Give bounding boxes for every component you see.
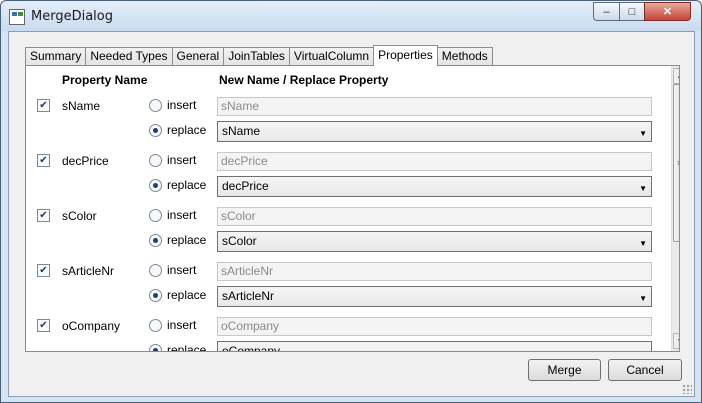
window-title: MergeDialog bbox=[31, 9, 113, 24]
tab-join-tables[interactable]: JoinTables bbox=[223, 47, 290, 66]
scroll-down-button[interactable]: ▼ bbox=[673, 333, 679, 349]
scrollbar-thumb[interactable]: ≡ bbox=[673, 84, 679, 242]
close-button[interactable]: ✕ bbox=[644, 2, 691, 21]
tab-methods[interactable]: Methods bbox=[436, 47, 493, 66]
property-row: ✔ sName insert sName replace sName ▼ bbox=[26, 92, 656, 144]
maximize-button[interactable]: □ bbox=[619, 2, 645, 21]
tab-properties[interactable]: Properties bbox=[373, 45, 438, 66]
insert-name-field[interactable]: sName bbox=[217, 97, 652, 116]
close-icon: ✕ bbox=[662, 6, 673, 18]
replace-radio[interactable] bbox=[149, 179, 162, 192]
grip-icon: ≡ bbox=[677, 158, 679, 168]
replace-property-value: sName bbox=[222, 124, 261, 138]
tab-strip: Summary Needed Types General JoinTables … bbox=[25, 45, 493, 66]
tab-general[interactable]: General bbox=[171, 47, 225, 66]
insert-radio-label: insert bbox=[167, 153, 197, 167]
replace-radio[interactable] bbox=[149, 289, 162, 302]
insert-name-field[interactable]: oCompany bbox=[217, 317, 652, 336]
chevron-up-icon: ▲ bbox=[677, 73, 679, 80]
property-checkbox[interactable]: ✔ bbox=[37, 319, 50, 332]
replace-radio-label: replace bbox=[167, 343, 207, 352]
insert-radio[interactable] bbox=[149, 99, 162, 112]
chevron-down-icon: ▼ bbox=[639, 129, 647, 138]
replace-property-select[interactable]: sColor ▼ bbox=[217, 231, 652, 252]
property-name-label: oCompany bbox=[62, 319, 121, 333]
property-checkbox[interactable]: ✔ bbox=[37, 154, 50, 167]
resize-grip-icon[interactable] bbox=[682, 384, 692, 394]
insert-name-field[interactable]: sColor bbox=[217, 207, 652, 226]
replace-radio[interactable] bbox=[149, 124, 162, 137]
tab-virtual-column[interactable]: VirtualColumn bbox=[288, 47, 375, 66]
chevron-down-icon: ▼ bbox=[639, 347, 647, 351]
property-name-label: sColor bbox=[62, 209, 97, 223]
property-checkbox[interactable]: ✔ bbox=[37, 99, 50, 112]
property-name-label: decPrice bbox=[62, 154, 109, 168]
property-row: ✔ decPrice insert decPrice replace decPr… bbox=[26, 147, 656, 199]
tab-needed-types[interactable]: Needed Types bbox=[85, 47, 173, 66]
minimize-button[interactable]: ‒ bbox=[593, 2, 620, 21]
insert-name-field[interactable]: decPrice bbox=[217, 152, 652, 171]
insert-radio[interactable] bbox=[149, 264, 162, 277]
property-name-label: sName bbox=[62, 99, 101, 113]
insert-radio-label: insert bbox=[167, 263, 197, 277]
insert-radio-label: insert bbox=[167, 208, 197, 222]
chevron-down-icon: ▼ bbox=[639, 184, 647, 193]
replace-property-value: decPrice bbox=[222, 179, 269, 193]
replace-radio[interactable] bbox=[149, 234, 162, 247]
replace-property-value: sArticleNr bbox=[222, 289, 275, 303]
insert-name-field[interactable]: sArticleNr bbox=[217, 262, 652, 281]
property-checkbox[interactable]: ✔ bbox=[37, 209, 50, 222]
insert-radio[interactable] bbox=[149, 209, 162, 222]
cancel-button[interactable]: Cancel bbox=[608, 359, 682, 381]
replace-property-select[interactable]: decPrice ▼ bbox=[217, 176, 652, 197]
replace-property-select[interactable]: oCompany ▼ bbox=[217, 341, 652, 352]
chevron-down-icon: ▼ bbox=[639, 294, 647, 303]
scroll-up-button[interactable]: ▲ bbox=[673, 68, 679, 84]
vertical-scrollbar[interactable]: ▲ ≡ ▼ bbox=[671, 66, 679, 351]
replace-radio-label: replace bbox=[167, 123, 207, 137]
tab-summary[interactable]: Summary bbox=[25, 47, 87, 66]
replace-property-select[interactable]: sArticleNr ▼ bbox=[217, 286, 652, 307]
merge-button[interactable]: Merge bbox=[528, 359, 601, 381]
replace-radio-label: replace bbox=[167, 178, 207, 192]
property-name-header: Property Name bbox=[62, 73, 148, 87]
property-row: ✔ sArticleNr insert sArticleNr replace s… bbox=[26, 257, 656, 309]
property-row: ✔ oCompany insert oCompany replace oComp… bbox=[26, 312, 656, 352]
properties-panel: Property Name New Name / Replace Propert… bbox=[25, 65, 680, 352]
replace-radio-label: replace bbox=[167, 233, 207, 247]
replace-property-value: sColor bbox=[222, 234, 257, 248]
title-bar[interactable]: MergeDialog ‒ □ ✕ bbox=[1, 1, 701, 31]
new-name-header: New Name / Replace Property bbox=[219, 73, 389, 87]
insert-radio-label: insert bbox=[167, 318, 197, 332]
replace-radio-label: replace bbox=[167, 288, 207, 302]
property-row: ✔ sColor insert sColor replace sColor ▼ bbox=[26, 202, 656, 254]
replace-property-value: oCompany bbox=[222, 344, 281, 352]
merge-dialog-window: MergeDialog ‒ □ ✕ Summary Needed Types G… bbox=[0, 0, 702, 403]
insert-radio[interactable] bbox=[149, 319, 162, 332]
insert-radio-label: insert bbox=[167, 98, 197, 112]
maximize-icon: □ bbox=[628, 5, 636, 18]
chevron-down-icon: ▼ bbox=[677, 338, 679, 345]
insert-radio[interactable] bbox=[149, 154, 162, 167]
minimize-icon: ‒ bbox=[603, 5, 610, 18]
chevron-down-icon: ▼ bbox=[639, 239, 647, 248]
dialog-client-area: Summary Needed Types General JoinTables … bbox=[8, 31, 695, 397]
replace-property-select[interactable]: sName ▼ bbox=[217, 121, 652, 142]
app-window-icon bbox=[9, 9, 25, 25]
property-checkbox[interactable]: ✔ bbox=[37, 264, 50, 277]
property-name-label: sArticleNr bbox=[62, 264, 115, 278]
replace-radio[interactable] bbox=[149, 344, 162, 351]
